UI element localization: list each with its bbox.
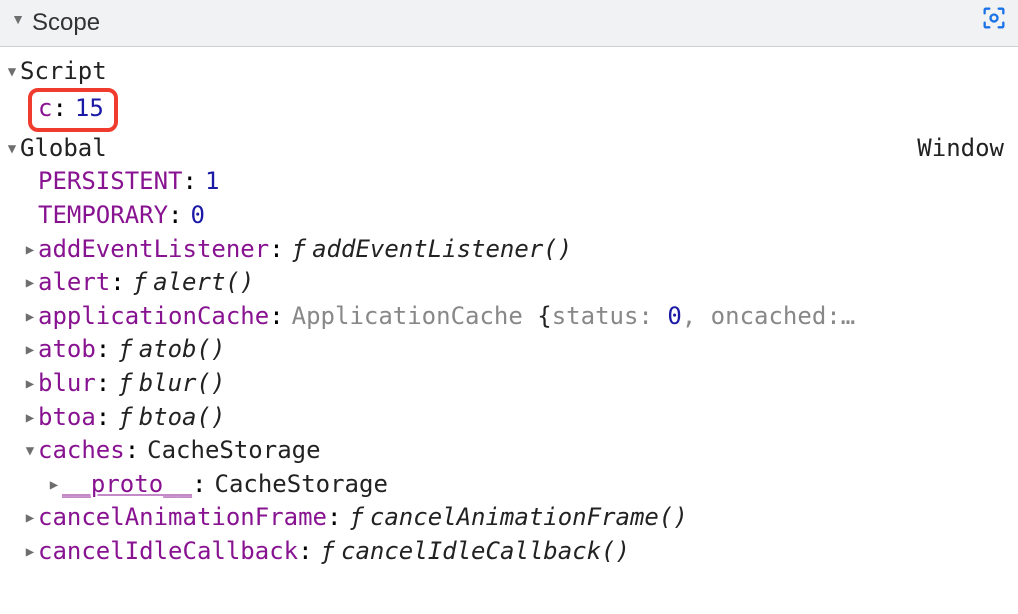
variable-key: c <box>38 92 52 126</box>
chevron-right-icon[interactable] <box>22 509 38 529</box>
script-variable-row[interactable]: c: 15 <box>4 88 1018 132</box>
property-value: CacheStorage <box>147 434 320 468</box>
chevron-right-icon[interactable] <box>22 341 38 361</box>
function-name: cancelIdleCallback() <box>341 535 630 569</box>
property-key: btoa <box>38 401 96 435</box>
highlight-annotation: c: 15 <box>28 88 118 132</box>
property-key: atob <box>38 333 96 367</box>
scan-icon[interactable] <box>980 4 1008 42</box>
chevron-down-icon[interactable] <box>10 10 26 30</box>
property-value: 0 <box>191 199 205 233</box>
property-key: alert <box>38 266 110 300</box>
scope-panel-header: Scope <box>0 0 1018 47</box>
property-value-object: ApplicationCache {status: 0, oncached:… <box>292 300 856 334</box>
prop-addEventListener[interactable]: addEventListener: ƒ addEventListener() <box>4 233 1018 267</box>
prop-persistent[interactable]: PERSISTENT: 1 <box>4 165 1018 199</box>
property-key: PERSISTENT <box>38 165 183 199</box>
function-symbol: ƒ <box>118 401 132 435</box>
chevron-right-icon[interactable] <box>22 241 38 261</box>
property-key: caches <box>38 434 125 468</box>
property-key: blur <box>38 367 96 401</box>
property-value: 1 <box>205 165 219 199</box>
chevron-down-icon[interactable] <box>22 442 38 462</box>
prop-cancelAnimationFrame[interactable]: cancelAnimationFrame: ƒ cancelAnimationF… <box>4 501 1018 535</box>
scope-section-global[interactable]: Global Window <box>4 132 1018 166</box>
chevron-down-icon[interactable] <box>4 63 20 83</box>
prop-cancelIdleCallback[interactable]: cancelIdleCallback: ƒ cancelIdleCallback… <box>4 535 1018 569</box>
script-section-label: Script <box>20 55 107 89</box>
prop-caches-proto[interactable]: __proto__: CacheStorage <box>4 468 1018 502</box>
chevron-right-icon[interactable] <box>22 308 38 328</box>
chevron-right-icon[interactable] <box>22 409 38 429</box>
prop-applicationCache[interactable]: applicationCache: ApplicationCache {stat… <box>4 300 1018 334</box>
function-symbol: ƒ <box>349 501 363 535</box>
property-key: TEMPORARY <box>38 199 168 233</box>
global-type-label: Window <box>917 132 1018 166</box>
scope-panel-title: Scope <box>32 6 100 40</box>
property-key: applicationCache <box>38 300 269 334</box>
prop-temporary[interactable]: TEMPORARY: 0 <box>4 199 1018 233</box>
prop-atob[interactable]: atob: ƒ atob() <box>4 333 1018 367</box>
prop-caches[interactable]: caches: CacheStorage <box>4 434 1018 468</box>
property-key-proto: __proto__ <box>62 468 192 502</box>
property-key: cancelAnimationFrame <box>38 501 327 535</box>
prop-blur[interactable]: blur: ƒ blur() <box>4 367 1018 401</box>
property-value: CacheStorage <box>215 468 388 502</box>
chevron-right-icon[interactable] <box>46 476 62 496</box>
function-symbol: ƒ <box>118 367 132 401</box>
chevron-right-icon[interactable] <box>22 375 38 395</box>
chevron-right-icon[interactable] <box>22 543 38 563</box>
function-symbol: ƒ <box>321 535 335 569</box>
function-symbol: ƒ <box>292 233 306 267</box>
prop-alert[interactable]: alert: ƒ alert() <box>4 266 1018 300</box>
scope-body: Script c: 15 Global Window PERSISTENT: 1… <box>0 47 1018 569</box>
global-section-label: Global <box>20 132 107 166</box>
function-name: addEventListener() <box>312 233 572 267</box>
function-symbol: ƒ <box>118 333 132 367</box>
prop-btoa[interactable]: btoa: ƒ btoa() <box>4 401 1018 435</box>
function-name: atob() <box>139 333 226 367</box>
chevron-right-icon[interactable] <box>22 274 38 294</box>
function-symbol: ƒ <box>133 266 147 300</box>
global-entries: PERSISTENT: 1 TEMPORARY: 0 addEventListe… <box>4 165 1018 568</box>
function-name: btoa() <box>139 401 226 435</box>
property-key: cancelIdleCallback <box>38 535 298 569</box>
scope-section-script[interactable]: Script <box>4 55 1018 89</box>
variable-value: 15 <box>75 92 104 126</box>
function-name: alert() <box>153 266 254 300</box>
scope-panel-title-wrap[interactable]: Scope <box>10 6 100 40</box>
property-key: addEventListener <box>38 233 269 267</box>
chevron-down-icon[interactable] <box>4 140 20 160</box>
function-name: blur() <box>139 367 226 401</box>
function-name: cancelAnimationFrame() <box>370 501 688 535</box>
